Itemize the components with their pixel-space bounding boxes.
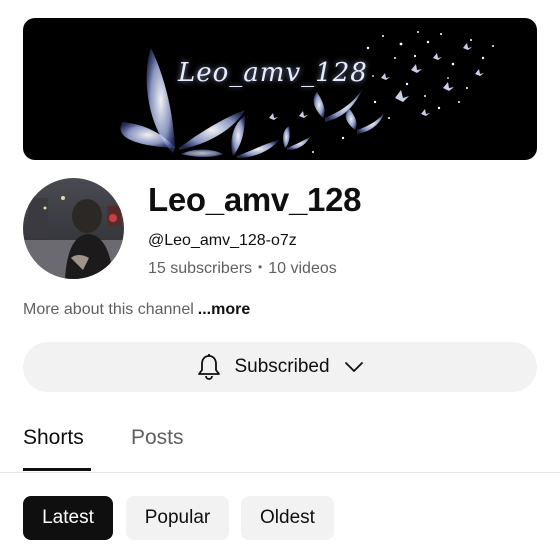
avatar-photo <box>23 178 124 279</box>
butterfly-art <box>120 31 494 158</box>
channel-tabs: Shorts Posts <box>0 412 560 473</box>
about-text: More about this channel <box>23 301 194 318</box>
channel-handle: @Leo_amv_128-o7z <box>148 232 297 249</box>
subscribed-button[interactable]: Subscribed <box>23 342 537 392</box>
chevron-down-icon <box>344 362 363 372</box>
subscribed-label: Subscribed <box>234 356 330 377</box>
tab-shorts[interactable]: Shorts <box>23 426 84 450</box>
tab-active-indicator <box>23 468 91 471</box>
chip-oldest[interactable]: Oldest <box>241 496 334 540</box>
channel-avatar[interactable] <box>23 178 124 279</box>
more-link[interactable]: ...more <box>198 301 250 318</box>
channel-stats: 15 subscribers • 10 videos <box>148 260 337 278</box>
subscriber-count: 15 subscribers <box>148 260 253 277</box>
channel-banner: Leo_amv_128 <box>23 18 537 160</box>
chip-latest[interactable]: Latest <box>23 496 113 540</box>
about-channel[interactable]: More about this channel ...more <box>23 301 250 319</box>
channel-page: Leo_amv_128 Leo_amv_128 @Leo_amv_128-o7z <box>0 0 560 560</box>
bell-icon <box>198 354 221 380</box>
banner-title: Leo_amv_128 <box>178 58 368 88</box>
tab-posts[interactable]: Posts <box>131 426 184 450</box>
channel-name: Leo_amv_128 <box>148 181 362 218</box>
video-count: 10 videos <box>268 260 337 277</box>
chip-popular[interactable]: Popular <box>126 496 229 540</box>
stats-separator: • <box>258 260 263 274</box>
